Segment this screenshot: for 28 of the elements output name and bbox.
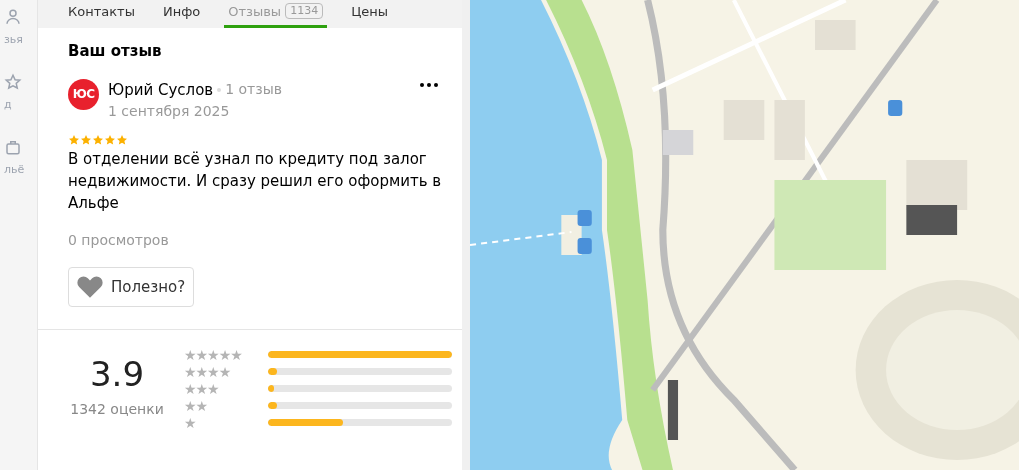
- star-icon: [68, 134, 80, 146]
- helpful-button[interactable]: Полезно?: [68, 267, 195, 307]
- tab[interactable]: Цены: [347, 1, 392, 28]
- rating-count: 1342 оценки: [70, 400, 164, 419]
- count-badge: 1134: [285, 3, 324, 20]
- star-icon: [80, 134, 92, 146]
- star-icon: [4, 73, 22, 91]
- review-date: 1 сентября 2025: [108, 102, 231, 121]
- tab[interactable]: Инфо: [158, 1, 205, 28]
- rating-score: 3.9: [89, 357, 145, 391]
- star-label: ★★: [184, 397, 208, 414]
- tab[interactable]: Контакты: [64, 1, 139, 28]
- star-label: ★★★★★: [184, 346, 242, 363]
- section-heading: Ваш отзыв: [68, 41, 163, 62]
- star-label: ★★★: [184, 380, 219, 397]
- view-count: 0 просмотров: [68, 231, 170, 250]
- heart-icon: [77, 275, 103, 299]
- star-label: ★: [184, 414, 196, 431]
- avatar: ЮС: [68, 78, 99, 110]
- star-icon: [116, 134, 128, 146]
- author-name[interactable]: Юрий Суслов: [108, 78, 214, 101]
- review-text: В отделении всё узнал по кредиту под залог недвижимости. И сразу решил его оформить в Альфе: [68, 149, 443, 214]
- people-icon: [4, 8, 22, 26]
- bag-icon: [4, 138, 22, 156]
- star-icon: [92, 134, 104, 146]
- author-review-count: 1 отзыв: [225, 80, 282, 100]
- star-label: ★★★★: [184, 363, 231, 380]
- star-icon: [104, 134, 116, 146]
